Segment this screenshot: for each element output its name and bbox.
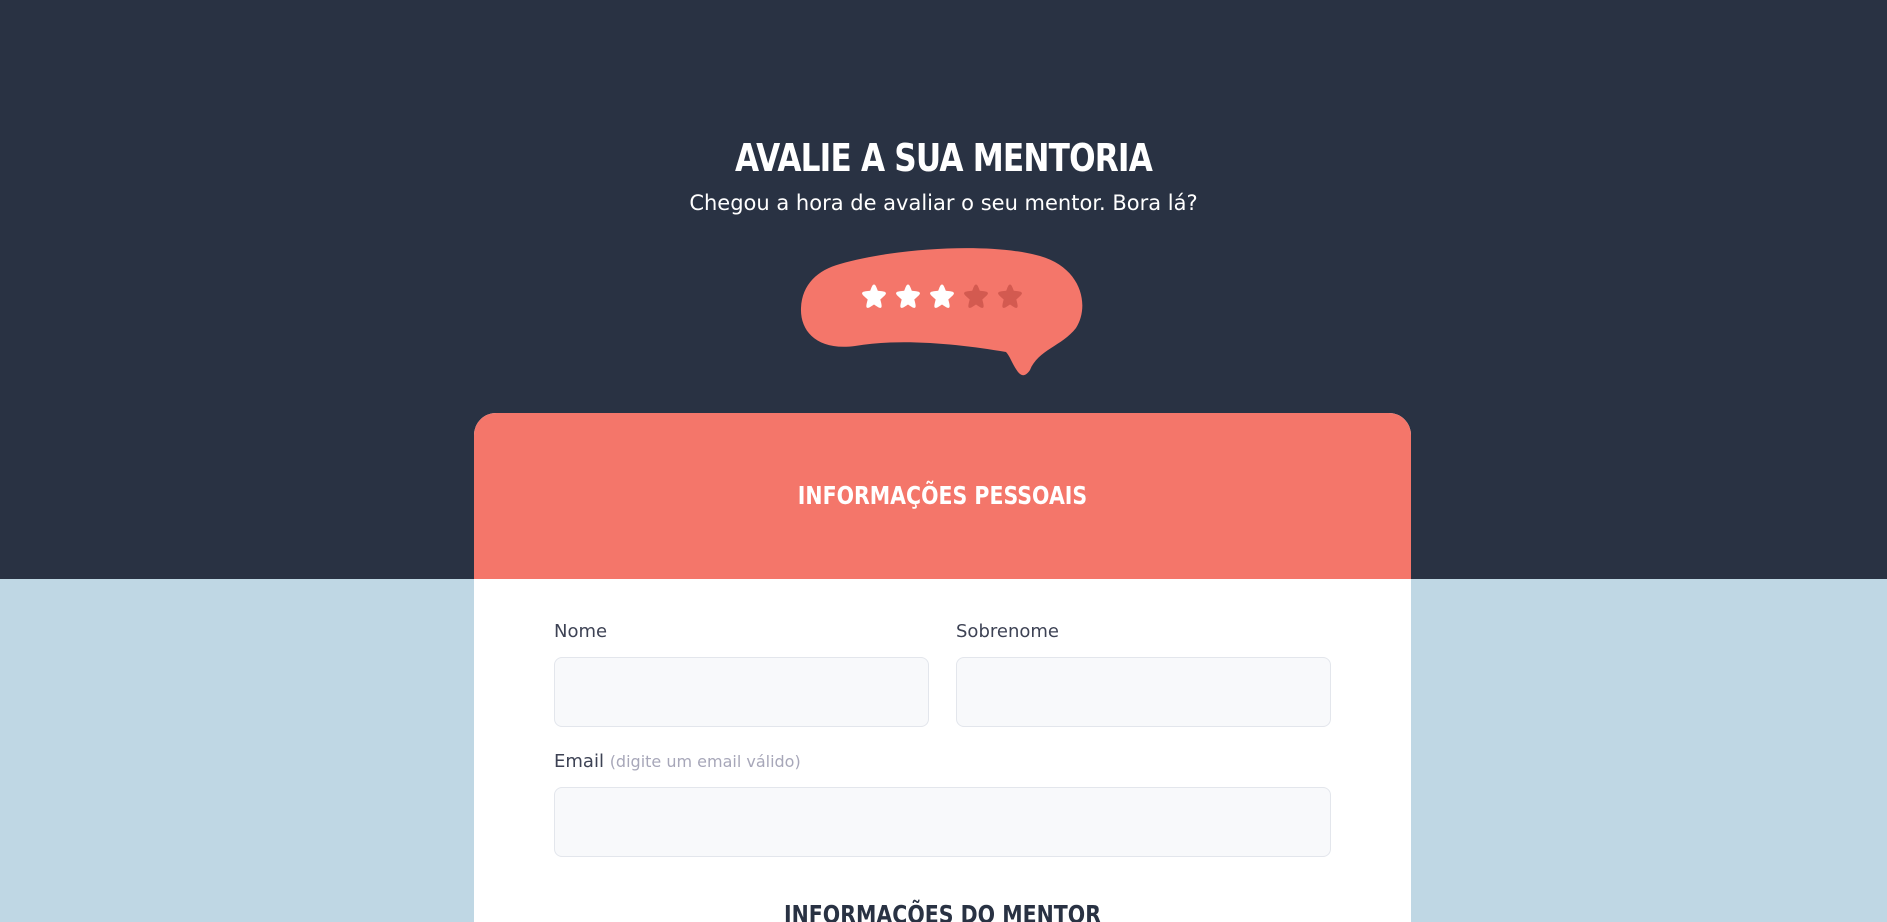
page-title: AVALIE A SUA MENTORIA (734, 136, 1153, 180)
star-icon[interactable] (928, 282, 956, 310)
first-name-label: Nome (554, 621, 608, 642)
email-label: Email (digite um email válido) (554, 750, 801, 774)
star-icon[interactable] (894, 282, 922, 310)
section-title-mentor-info: INFORMAÇÕES DO MENTOR (784, 900, 1101, 922)
section-title-personal-info: INFORMAÇÕES PESSOAIS (797, 481, 1088, 510)
email-label-hint: (digite um email válido) (609, 752, 801, 771)
star-icon[interactable] (996, 282, 1024, 310)
rating-bubble (800, 246, 1086, 376)
last-name-label: Sobrenome (956, 621, 1059, 642)
star-icon[interactable] (860, 282, 888, 310)
email-label-text: Email (554, 751, 604, 772)
page-subtitle: Chegou a hora de avaliar o seu mentor. B… (689, 191, 1198, 215)
speech-bubble-shape (800, 248, 1083, 376)
email-input[interactable] (554, 787, 1331, 857)
card-header: INFORMAÇÕES PESSOAIS (474, 413, 1411, 579)
star-rating[interactable] (860, 282, 1024, 310)
last-name-input[interactable] (956, 657, 1331, 727)
form-card: INFORMAÇÕES PESSOAIS Nome Sobrenome Emai… (474, 413, 1411, 922)
first-name-input[interactable] (554, 657, 929, 727)
star-icon[interactable] (962, 282, 990, 310)
